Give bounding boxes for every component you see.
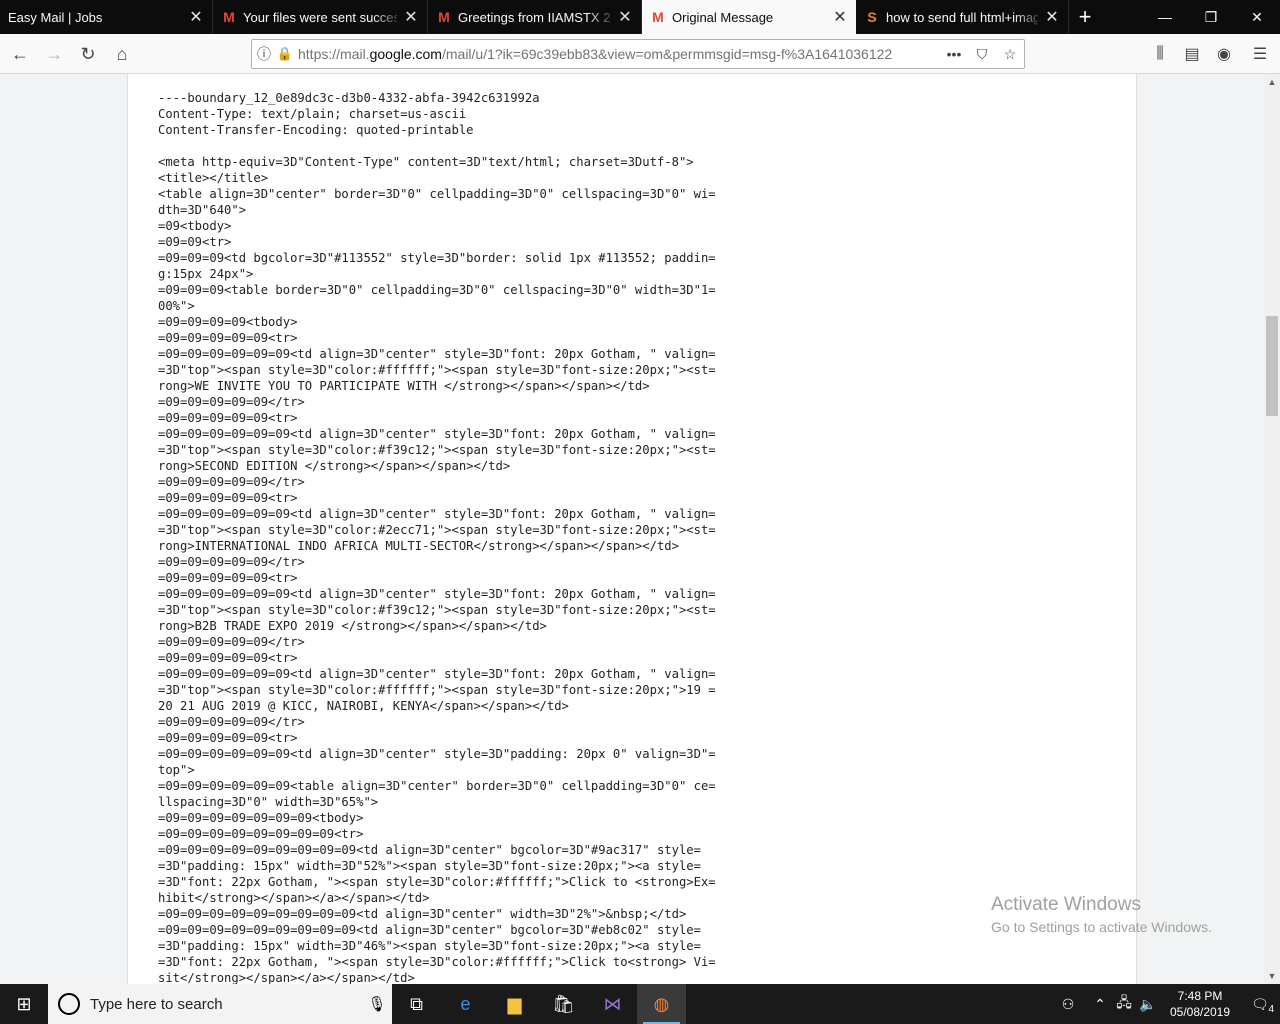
minimize-button[interactable]: — xyxy=(1142,0,1188,34)
url-text[interactable]: https://mail.google.com/mail/u/1?ik=69c3… xyxy=(294,46,940,62)
volume-icon[interactable]: 🔈 xyxy=(1136,996,1160,1013)
page-scrollbar[interactable]: ▲ ▼ xyxy=(1264,74,1280,984)
show-hidden-icons-icon[interactable]: ⌃ xyxy=(1088,996,1112,1013)
tab-stackoverflow[interactable]: S how to send full html+images ✕ xyxy=(856,0,1069,34)
close-icon[interactable]: ✕ xyxy=(832,7,848,27)
stackoverflow-icon: S xyxy=(867,9,877,25)
gmail-icon: M xyxy=(223,9,235,25)
tab-bar: Easy Mail | Jobs ✕ M Your files were sen… xyxy=(0,0,1280,34)
back-button[interactable]: ← xyxy=(4,38,36,70)
people-icon[interactable]: ⚇ xyxy=(1056,996,1080,1013)
page-content: ----boundary_12_0e89dc3c-d3b0-4332-abfa-… xyxy=(0,74,1264,984)
windows-start-icon[interactable]: ⊞ xyxy=(0,984,48,1024)
firefox-icon[interactable]: ◍ xyxy=(637,984,686,1024)
tab-title: Original Message xyxy=(672,9,774,25)
action-center-icon[interactable]: 🗨 4 xyxy=(1240,996,1280,1015)
restore-button[interactable]: ❐ xyxy=(1188,0,1234,34)
store-icon[interactable]: 🛍 xyxy=(539,984,588,1024)
search-placeholder: Type here to search xyxy=(90,995,223,1013)
new-tab-button[interactable]: + xyxy=(1069,0,1101,34)
network-icon[interactable]: 🖧 xyxy=(1112,992,1136,1016)
edge-icon[interactable]: e xyxy=(441,984,490,1024)
close-window-button[interactable]: ✕ xyxy=(1234,0,1280,34)
navigation-bar: ← → ↻ ⌂ ⓘ 🔒 https://mail.google.com/mail… xyxy=(0,34,1280,74)
account-icon[interactable]: ◉ xyxy=(1208,44,1240,64)
close-icon[interactable]: ✕ xyxy=(403,7,419,27)
sidebar-icon[interactable]: ▤ xyxy=(1176,44,1208,64)
windows-taskbar: ⊞ Type here to search 🎙 ⧉ e ▆ 🛍 ⋈ ◍ ⚇ ⌃ … xyxy=(0,984,1280,1024)
file-explorer-icon[interactable]: ▆ xyxy=(490,984,539,1024)
toolbar-right: ⫼ ▤ ◉ ☰ xyxy=(1144,34,1280,74)
url-bar[interactable]: ⓘ 🔒 https://mail.google.com/mail/u/1?ik=… xyxy=(251,39,1025,69)
taskbar-clock[interactable]: 7:48 PM 05/08/2019 xyxy=(1160,988,1240,1020)
pocket-icon[interactable]: ⛉ xyxy=(968,46,996,63)
close-icon[interactable]: ✕ xyxy=(188,7,204,27)
page-actions-icon[interactable]: ••• xyxy=(940,46,968,62)
task-view-icon[interactable]: ⧉ xyxy=(392,984,441,1024)
close-icon[interactable]: ✕ xyxy=(617,7,633,27)
scroll-down-arrow-icon[interactable]: ▼ xyxy=(1264,968,1280,984)
gmail-icon: M xyxy=(652,9,664,25)
forward-button[interactable]: → xyxy=(38,38,70,70)
reload-button[interactable]: ↻ xyxy=(72,38,104,70)
tab-files-sent[interactable]: M Your files were sent successfully ✕ xyxy=(213,0,428,34)
cortana-icon xyxy=(58,993,80,1015)
visual-studio-icon[interactable]: ⋈ xyxy=(588,984,637,1024)
tab-original-message[interactable]: M Original Message ✕ xyxy=(642,0,856,34)
microphone-icon[interactable]: 🎙 xyxy=(362,995,392,1013)
gmail-icon: M xyxy=(438,9,450,25)
tab-easy-mail[interactable]: Easy Mail | Jobs ✕ xyxy=(0,0,213,34)
system-tray: ⚇ ⌃ 🖧 🔈 7:48 PM 05/08/2019 🗨 4 xyxy=(1056,984,1280,1024)
raw-message-source: ----boundary_12_0e89dc3c-d3b0-4332-abfa-… xyxy=(158,91,716,984)
raw-message-panel: ----boundary_12_0e89dc3c-d3b0-4332-abfa-… xyxy=(127,74,1137,984)
menu-icon[interactable]: ☰ xyxy=(1240,44,1280,64)
activate-windows-watermark: Activate Windows Go to Settings to activ… xyxy=(991,894,1212,935)
tab-title: Easy Mail | Jobs xyxy=(8,9,103,25)
scrollbar-thumb[interactable] xyxy=(1266,316,1278,416)
taskbar-search-box[interactable]: Type here to search 🎙 xyxy=(48,984,392,1024)
info-icon[interactable]: ⓘ xyxy=(252,44,276,64)
lock-icon[interactable]: 🔒 xyxy=(276,46,294,62)
close-icon[interactable]: ✕ xyxy=(1044,7,1060,27)
bookmark-star-icon[interactable]: ☆ xyxy=(996,46,1024,63)
library-icon[interactable]: ⫼ xyxy=(1144,45,1176,63)
scroll-up-arrow-icon[interactable]: ▲ xyxy=(1264,74,1280,90)
window-controls: — ❐ ✕ xyxy=(1142,0,1280,34)
home-button[interactable]: ⌂ xyxy=(106,38,138,70)
tab-greetings[interactable]: M Greetings from IIAMSTX 2019 ✕ xyxy=(428,0,642,34)
